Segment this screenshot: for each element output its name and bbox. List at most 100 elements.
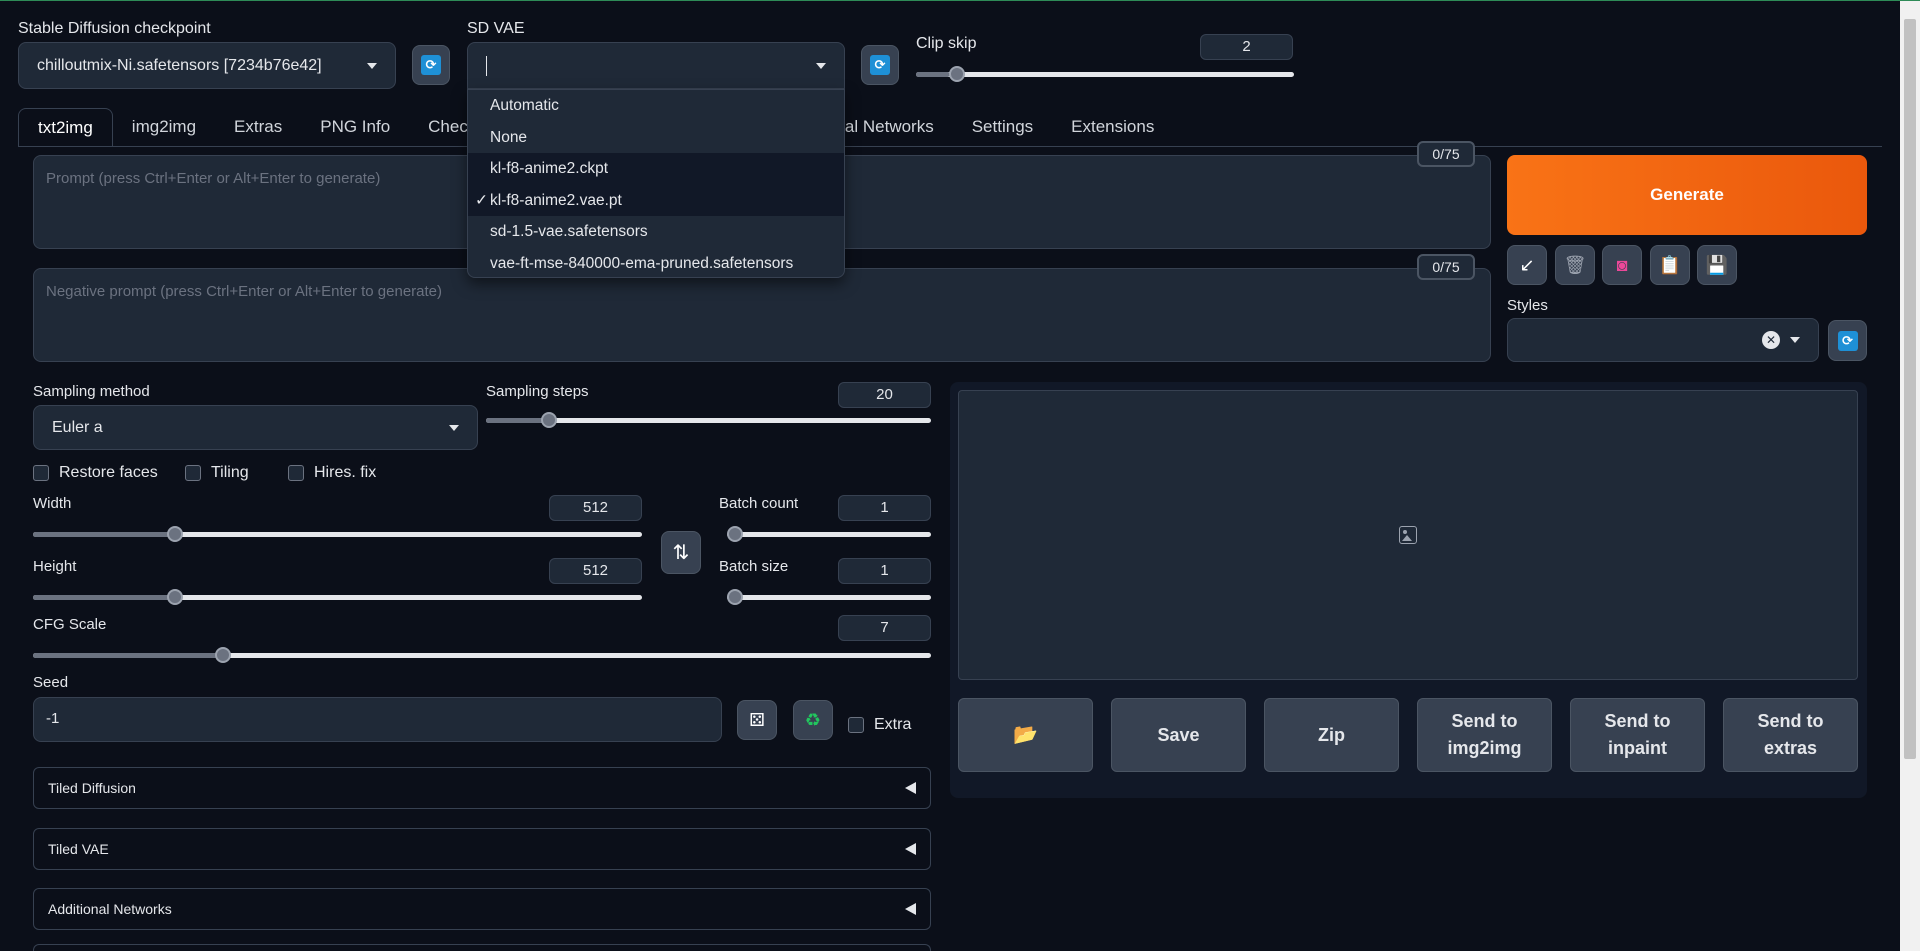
batch-count-input[interactable]: 1	[838, 495, 931, 521]
width-input[interactable]: 512	[549, 495, 642, 521]
vae-option-automatic[interactable]: Automatic	[468, 90, 844, 122]
checkbox-box[interactable]	[185, 465, 201, 481]
accordion-title: Tiled VAE	[48, 841, 109, 857]
vae-refresh-button[interactable]: ⟳	[861, 45, 899, 85]
seed-label: Seed	[33, 674, 69, 691]
negative-prompt-input[interactable]: Negative prompt (press Ctrl+Enter or Alt…	[33, 268, 1491, 362]
vae-option-vae-ft-mse[interactable]: vae-ft-mse-840000-ema-pruned.safetensors	[468, 248, 844, 280]
vae-option-kl-f8-anime2-ckpt[interactable]: kl-f8-anime2.ckpt	[468, 153, 844, 185]
checkpoint-dropdown[interactable]: chilloutmix-Ni.safetensors [7234b76e42]	[18, 42, 396, 89]
scrollbar-thumb[interactable]	[1904, 19, 1916, 759]
slider-thumb[interactable]	[166, 589, 183, 605]
swap-dimensions-button[interactable]: ⇅	[661, 531, 701, 574]
sampling-steps-label: Sampling steps	[486, 383, 589, 400]
hires-fix-checkbox[interactable]: Hires. fix	[288, 464, 376, 482]
extra-networks-button[interactable]: ◙	[1602, 245, 1642, 285]
slider-fill	[33, 653, 219, 658]
slider-thumb[interactable]	[727, 526, 743, 542]
sampling-method-value: Euler a	[52, 418, 103, 436]
tab-extensions[interactable]: Extensions	[1052, 108, 1173, 146]
restore-faces-checkbox[interactable]: Restore faces	[33, 464, 158, 482]
image-placeholder-icon	[1399, 526, 1417, 544]
batch-size-input[interactable]: 1	[838, 558, 931, 584]
zip-button[interactable]: Zip	[1264, 698, 1399, 772]
open-folder-button[interactable]: 📂	[958, 698, 1093, 772]
styles-dropdown[interactable]: ✕	[1507, 318, 1819, 362]
clear-prompt-button[interactable]: 🗑	[1555, 245, 1595, 285]
checkmark-icon: ✓	[475, 191, 488, 209]
slider-thumb[interactable]	[948, 66, 965, 82]
vae-option-kl-f8-anime2-vae-pt[interactable]: ✓ kl-f8-anime2.vae.pt	[468, 184, 844, 216]
clip-skip-slider[interactable]	[916, 62, 1294, 86]
clip-skip-input[interactable]: 2	[1200, 34, 1293, 60]
extra-seed-checkbox[interactable]: Extra	[848, 716, 911, 734]
tab-img2img[interactable]: img2img	[113, 108, 215, 146]
output-image-area[interactable]	[958, 390, 1858, 680]
checkbox-box[interactable]	[33, 465, 49, 481]
accordion-additional-networks[interactable]: Additional Networks	[33, 888, 931, 930]
vae-option-none[interactable]: None	[468, 122, 844, 154]
refresh-icon: ⟳	[1837, 330, 1858, 351]
reuse-seed-button[interactable]: ♻	[793, 700, 833, 740]
cfg-scale-input[interactable]: 7	[838, 615, 931, 641]
width-slider[interactable]	[33, 522, 642, 546]
height-label: Height	[33, 558, 77, 575]
chevron-down-icon	[1790, 337, 1800, 343]
accordion-tiled-vae[interactable]: Tiled VAE	[33, 828, 931, 870]
slider-thumb[interactable]	[727, 589, 743, 605]
cfg-scale-label: CFG Scale	[33, 616, 107, 633]
apply-style-button[interactable]: 📋	[1650, 245, 1690, 285]
checkpoint-label: Stable Diffusion checkpoint	[18, 20, 211, 37]
vae-dropdown[interactable]	[467, 42, 845, 89]
slider-track[interactable]	[727, 595, 931, 600]
tiling-checkbox[interactable]: Tiling	[185, 464, 249, 482]
hires-fix-label: Hires. fix	[314, 464, 377, 481]
save-style-button[interactable]: 💾	[1697, 245, 1737, 285]
option-label: kl-f8-anime2.vae.pt	[490, 191, 622, 209]
sampling-method-dropdown[interactable]: Euler a	[33, 405, 478, 450]
height-input[interactable]: 512	[549, 558, 642, 584]
save-button[interactable]: Save	[1111, 698, 1246, 772]
sampling-steps-slider[interactable]	[486, 408, 931, 432]
send-to-inpaint-button[interactable]: Send to inpaint	[1570, 698, 1705, 772]
tab-png-info[interactable]: PNG Info	[301, 108, 409, 146]
option-label: None	[490, 128, 528, 146]
tab-extras[interactable]: Extras	[215, 108, 301, 146]
sampling-steps-input[interactable]: 20	[838, 382, 931, 408]
accordion-title: Additional Networks	[48, 901, 172, 917]
checkpoint-refresh-button[interactable]: ⟳	[412, 45, 450, 85]
batch-count-slider[interactable]	[727, 522, 931, 546]
send-to-img2img-button[interactable]: Send to img2img	[1417, 698, 1552, 772]
send-to-extras-button[interactable]: Send to extras	[1723, 698, 1858, 772]
picture-card-icon: ◙	[1616, 254, 1628, 275]
accordion-tiled-diffusion[interactable]: Tiled Diffusion	[33, 767, 931, 809]
read-params-button[interactable]: ↙	[1507, 245, 1547, 285]
slider-fill	[486, 418, 543, 423]
checkbox-box[interactable]	[848, 717, 864, 733]
tab-settings[interactable]: Settings	[953, 108, 1052, 146]
slider-track[interactable]	[727, 532, 931, 537]
slider-fill	[916, 72, 951, 77]
seed-input[interactable]: -1	[33, 697, 722, 742]
arrow-down-left-icon: ↙	[1519, 254, 1535, 275]
height-slider[interactable]	[33, 585, 642, 609]
clear-icon[interactable]: ✕	[1762, 331, 1780, 349]
generate-button[interactable]: Generate	[1507, 155, 1867, 235]
scrollbar-track[interactable]	[1900, 1, 1920, 951]
vae-option-sd-1-5-vae[interactable]: sd-1.5-vae.safetensors	[468, 216, 844, 248]
random-seed-button[interactable]: ⚄	[737, 700, 777, 740]
checkbox-box[interactable]	[288, 465, 304, 481]
trash-icon: 🗑	[1563, 254, 1587, 275]
refresh-icon: ⟳	[870, 55, 890, 75]
vae-value	[486, 55, 487, 76]
styles-refresh-button[interactable]: ⟳	[1828, 320, 1867, 361]
option-label: sd-1.5-vae.safetensors	[490, 223, 648, 240]
slider-track[interactable]	[916, 72, 1294, 77]
batch-size-slider[interactable]	[727, 585, 931, 609]
cfg-scale-slider[interactable]	[33, 643, 931, 667]
slider-thumb[interactable]	[215, 647, 232, 663]
clip-skip-label: Clip skip	[916, 35, 977, 52]
slider-thumb[interactable]	[166, 526, 183, 542]
tab-txt2img[interactable]: txt2img	[18, 108, 113, 146]
slider-thumb[interactable]	[540, 412, 557, 428]
